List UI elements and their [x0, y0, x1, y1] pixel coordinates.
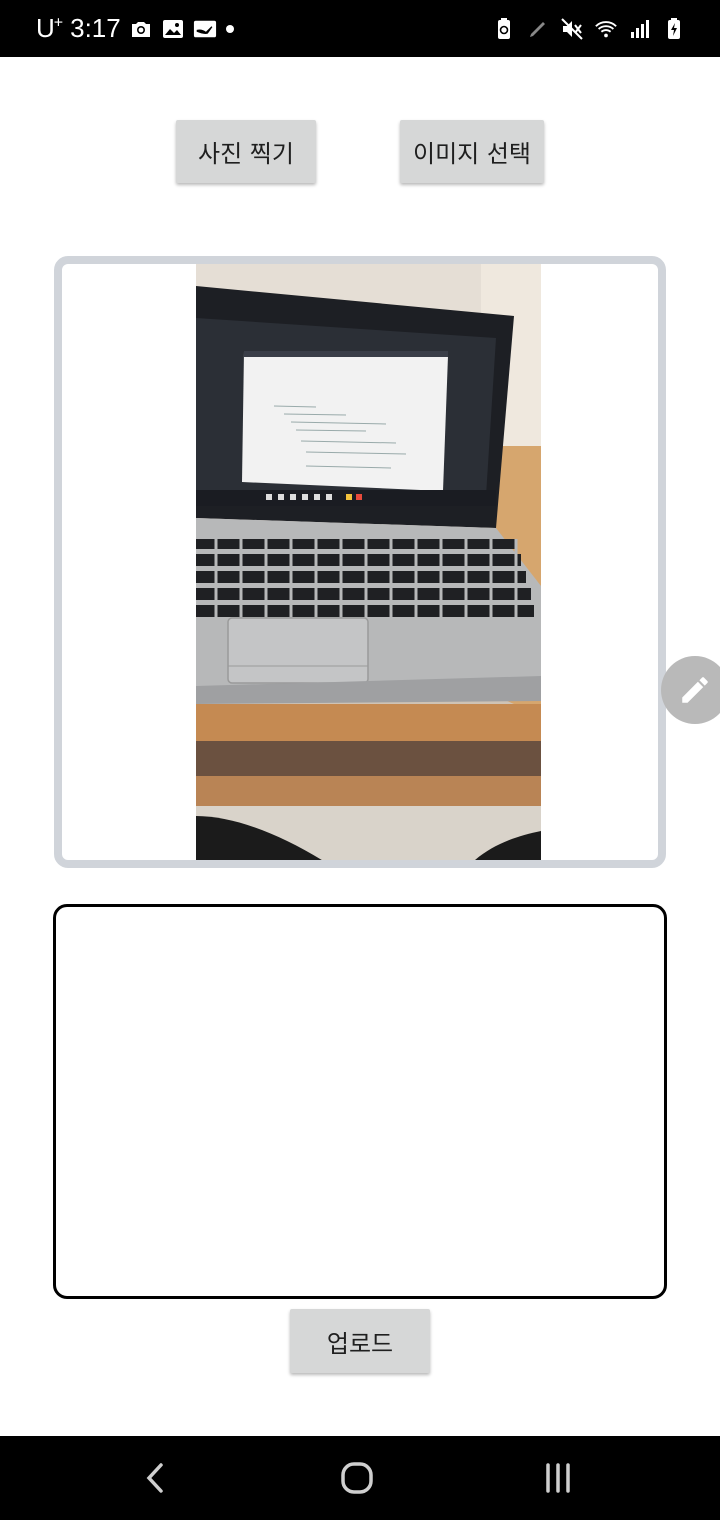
carrier-label: U+ [36, 13, 63, 44]
image-preview-frame [54, 256, 666, 868]
wifi-icon [595, 20, 617, 37]
edit-image-button[interactable] [661, 656, 720, 724]
select-image-button[interactable]: 이미지 선택 [400, 120, 544, 183]
preview-photo [196, 264, 541, 860]
battery-saver-icon [498, 17, 510, 39]
home-button[interactable] [307, 1436, 407, 1520]
status-left: U+ 3:17 [36, 0, 235, 57]
recent-apps-icon [546, 1463, 570, 1493]
status-right [492, 0, 686, 57]
status-bar: U+ 3:17 [0, 0, 720, 57]
clock: 3:17 [70, 13, 121, 43]
mute-icon [561, 17, 583, 40]
dot-icon [225, 24, 234, 33]
pen-icon [530, 21, 545, 37]
navigation-bar [0, 1436, 720, 1520]
text-input-box [53, 904, 667, 1299]
battery-charging-icon [668, 17, 680, 39]
gallery-icon [162, 19, 183, 38]
recent-apps-button[interactable] [508, 1436, 608, 1520]
carrier-text: U [36, 13, 55, 43]
result-text-area[interactable] [56, 907, 664, 1296]
signal-icon [631, 19, 649, 38]
pencil-icon [682, 677, 708, 703]
carrier-sup: + [53, 14, 63, 32]
back-button[interactable] [106, 1436, 206, 1520]
back-icon [146, 1463, 163, 1493]
take-photo-button[interactable]: 사진 찍기 [176, 120, 316, 183]
app-notification-icon [193, 20, 216, 37]
camera-icon [131, 21, 150, 37]
home-icon [341, 1462, 373, 1494]
upload-button[interactable]: 업로드 [290, 1309, 430, 1373]
